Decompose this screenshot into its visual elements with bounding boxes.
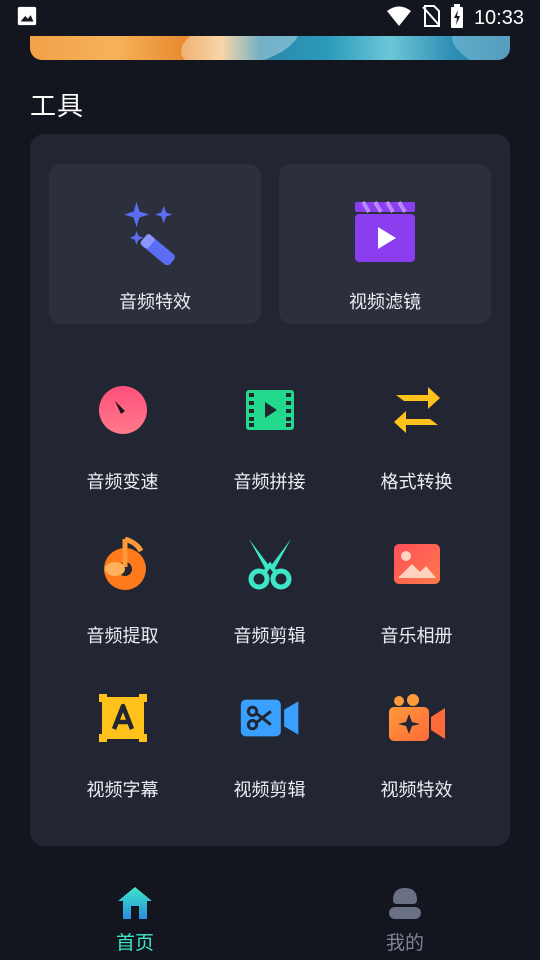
audio-join-label: 音频拼接 xyxy=(233,472,306,493)
subtitle-a-icon xyxy=(93,688,153,748)
audio-edit-tool[interactable]: 音频剪辑 xyxy=(196,534,343,664)
scissors-icon xyxy=(240,534,300,594)
section-title: 工具 xyxy=(30,92,85,122)
nav-profile-label: 我的 xyxy=(385,932,424,954)
video-cut-icon xyxy=(240,688,300,748)
audio-effects-card[interactable]: 音频特效 xyxy=(49,164,261,324)
audio-extract-tool[interactable]: 音频提取 xyxy=(49,534,196,664)
wifi-icon xyxy=(386,5,412,31)
home-icon xyxy=(117,886,153,924)
format-convert-tool[interactable]: 格式转换 xyxy=(343,380,490,510)
photo-album-icon xyxy=(387,534,447,594)
status-time: 10:33 xyxy=(473,6,524,29)
no-sim-icon xyxy=(422,5,440,31)
music-album-label: 音乐相册 xyxy=(380,626,453,647)
magic-wand-icon xyxy=(123,200,187,265)
film-strip-icon xyxy=(240,380,300,440)
video-effects-tool[interactable]: 视频特效 xyxy=(343,688,490,818)
clapperboard-icon xyxy=(353,200,417,264)
format-convert-label: 格式转换 xyxy=(380,472,453,493)
audio-speed-label: 音频变速 xyxy=(86,472,159,493)
battery-charging-icon xyxy=(450,4,464,32)
music-note-disc-icon xyxy=(93,534,153,594)
video-sparkle-icon xyxy=(387,688,447,748)
audio-join-tool[interactable]: 音频拼接 xyxy=(196,380,343,510)
swap-arrows-icon xyxy=(387,380,447,440)
nav-home-label: 首页 xyxy=(115,932,154,954)
audio-effects-label: 音频特效 xyxy=(119,292,191,313)
video-subtitle-tool[interactable]: 视频字幕 xyxy=(49,688,196,818)
bottom-nav: 首页 我的 xyxy=(0,876,540,960)
video-filter-label: 视频滤镜 xyxy=(349,292,421,313)
status-bar: 10:33 xyxy=(0,0,540,36)
nav-profile[interactable]: 我的 xyxy=(270,876,540,960)
tools-panel: 音频特效 视频滤镜 音频变速 音频拼接 格式转换 音频提取 音频剪辑 音乐相册 … xyxy=(30,134,510,846)
video-filter-card[interactable]: 视频滤镜 xyxy=(279,164,491,324)
audio-extract-label: 音频提取 xyxy=(86,626,159,647)
music-album-tool[interactable]: 音乐相册 xyxy=(343,534,490,664)
banner[interactable] xyxy=(30,36,510,60)
image-icon xyxy=(16,5,38,31)
video-subtitle-label: 视频字幕 xyxy=(86,780,159,801)
profile-icon xyxy=(387,886,423,924)
video-edit-tool[interactable]: 视频剪辑 xyxy=(196,688,343,818)
audio-speed-tool[interactable]: 音频变速 xyxy=(49,380,196,510)
audio-edit-label: 音频剪辑 xyxy=(233,626,306,647)
nav-home[interactable]: 首页 xyxy=(0,876,270,960)
video-effects-label: 视频特效 xyxy=(380,780,453,801)
video-edit-label: 视频剪辑 xyxy=(233,780,306,801)
speedometer-icon xyxy=(93,380,153,440)
